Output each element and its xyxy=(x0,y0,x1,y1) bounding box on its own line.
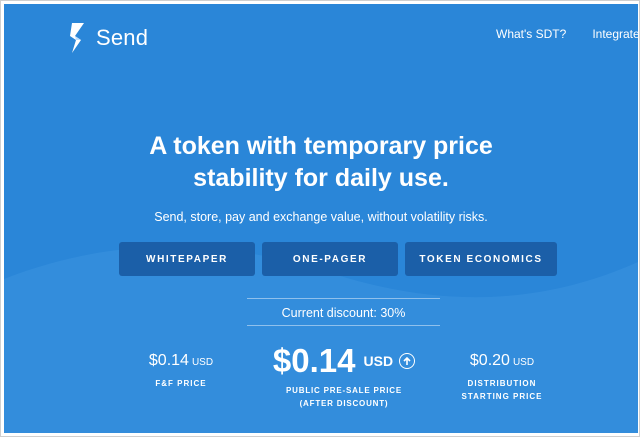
ff-price-currency: USD xyxy=(191,357,214,368)
distribution-price-label: DISTRIBUTION STARTING PRICE xyxy=(452,377,552,403)
hero-headline-line-2: stability for daily use. xyxy=(193,164,449,192)
ff-price-amount: $0.14 xyxy=(148,352,189,369)
browser-frame: Send What's SDT? Integrate A token with … xyxy=(0,0,640,437)
public-price-currency: USD xyxy=(363,353,394,369)
hero-headline: A token with temporary price stability f… xyxy=(4,130,638,194)
public-presale-price-block: $0.14 USD PUBLIC PRE-SALE PRICE (AFTER D… xyxy=(244,342,444,410)
one-pager-button[interactable]: ONE-PAGER xyxy=(262,242,398,276)
discount-divider-bottom xyxy=(247,325,440,326)
hero-section: Send What's SDT? Integrate A token with … xyxy=(4,4,638,433)
token-economics-button[interactable]: TOKEN ECONOMICS xyxy=(405,242,557,276)
distribution-price-amount: $0.20 xyxy=(469,352,510,369)
public-price-amount: $0.14 xyxy=(272,342,356,379)
nav-link-whats-sdt[interactable]: What's SDT? xyxy=(496,27,566,41)
distribution-price-label-line-2: STARTING PRICE xyxy=(461,392,543,401)
discount-divider-top xyxy=(247,298,440,299)
whitepaper-button[interactable]: WHITEPAPER xyxy=(119,242,255,276)
distribution-price-currency: USD xyxy=(512,357,535,368)
arrow-up-circle-icon[interactable] xyxy=(399,353,416,369)
nav-link-integrate[interactable]: Integrate xyxy=(592,27,638,41)
send-s-logo-icon xyxy=(70,23,84,53)
ff-price-block: $0.14 USD F&F PRICE xyxy=(136,352,226,390)
discount-label: Current discount: 30% xyxy=(281,306,406,320)
ff-price-label: F&F PRICE xyxy=(155,379,207,388)
distribution-price-block: $0.20 USD DISTRIBUTION STARTING PRICE xyxy=(452,352,552,403)
hero-subheadline: Send, store, pay and exchange value, wit… xyxy=(154,210,488,224)
top-nav: What's SDT? Integrate xyxy=(496,27,638,41)
hero-headline-line-1: A token with temporary price xyxy=(149,132,493,160)
brand-logo[interactable]: Send xyxy=(66,21,148,55)
brand-name: Send xyxy=(96,25,149,50)
public-price-label-line-1: PUBLIC PRE-SALE PRICE xyxy=(286,386,402,395)
public-price-label-line-2: (AFTER DISCOUNT) xyxy=(299,399,389,408)
public-price-label: PUBLIC PRE-SALE PRICE (AFTER DISCOUNT) xyxy=(244,384,444,410)
distribution-price-label-line-1: DISTRIBUTION xyxy=(467,379,537,388)
